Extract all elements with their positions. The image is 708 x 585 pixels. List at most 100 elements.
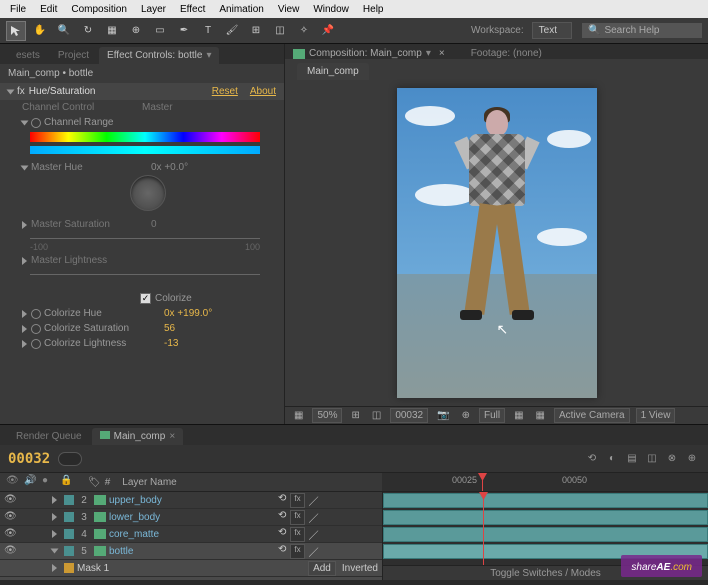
roto-tool[interactable]: ✧ [294, 21, 314, 41]
audio-icon[interactable]: 🔊 [24, 475, 38, 489]
colorize-checkbox[interactable]: ✓ [140, 293, 151, 304]
rotate-tool[interactable]: ↻ [78, 21, 98, 41]
comp-breadcrumb[interactable]: Composition: Main_comp▾× [293, 48, 445, 59]
mask-name[interactable]: Mask 1 [77, 563, 305, 574]
hand-tool[interactable]: ✋ [30, 21, 50, 41]
disclosure-icon[interactable] [51, 549, 59, 554]
disclosure-icon[interactable] [22, 221, 27, 229]
close-icon[interactable]: × [169, 431, 175, 442]
camera-tool[interactable]: ▦ [102, 21, 122, 41]
pan-behind-tool[interactable]: ⊕ [126, 21, 146, 41]
fx-icon[interactable]: fx [290, 510, 304, 525]
rect-tool[interactable]: ▭ [150, 21, 170, 41]
eye-icon[interactable]: 👁 [6, 475, 20, 489]
layer-name[interactable]: upper_body [109, 495, 275, 506]
graph-icon[interactable]: ▤ [624, 451, 640, 467]
eye-icon[interactable]: 👁 [4, 511, 16, 523]
shy-icon[interactable]: ⟲ [584, 451, 600, 467]
magnify-icon[interactable]: ▦ [291, 410, 306, 421]
menu-help[interactable]: Help [357, 2, 390, 17]
layer-row[interactable]: 👁 3 lower_body ⟲fx／ [0, 509, 382, 526]
disclosure-icon[interactable] [21, 165, 29, 170]
brainstorm-icon[interactable]: ⊕ [684, 451, 700, 467]
reset-link[interactable]: Reset [212, 86, 238, 97]
draft3d-icon[interactable]: ◫ [644, 451, 660, 467]
disclosure-icon[interactable] [52, 530, 57, 538]
disclosure-icon[interactable] [22, 310, 27, 318]
fx-icon[interactable]: fx [290, 527, 304, 542]
brush-tool[interactable]: 🖌 [222, 21, 242, 41]
region-icon[interactable]: ▦ [511, 410, 526, 421]
workspace-dropdown[interactable]: Text [532, 22, 572, 39]
menu-edit[interactable]: Edit [34, 2, 63, 17]
fx-icon[interactable]: fx [290, 493, 304, 508]
motionblur-icon[interactable]: ⊗ [664, 451, 680, 467]
help-search[interactable]: 🔍Search Help [582, 23, 702, 38]
selection-tool[interactable] [6, 21, 26, 41]
tab-render-queue[interactable]: Render Queue [8, 428, 90, 445]
master-sat-value[interactable]: 0 [151, 219, 157, 230]
mask-color[interactable] [64, 563, 74, 573]
current-time[interactable]: 00032 [8, 451, 50, 467]
menu-file[interactable]: File [4, 2, 32, 17]
disclosure-icon[interactable] [22, 325, 27, 333]
puppet-tool[interactable]: 📌 [318, 21, 338, 41]
label-color[interactable] [64, 529, 74, 539]
master-hue-value[interactable]: 0x +0.0° [151, 162, 188, 173]
menu-layer[interactable]: Layer [135, 2, 172, 17]
disclosure-icon[interactable] [21, 120, 29, 125]
layer-row[interactable]: 👁 4 core_matte ⟲fx／ [0, 526, 382, 543]
disclosure-icon[interactable] [52, 496, 57, 504]
layer-row[interactable]: 👁 5 bottle ⟲fx／ [0, 543, 382, 560]
transparency-icon[interactable]: ▦ [533, 410, 548, 421]
pen-tool[interactable]: ✒ [174, 21, 194, 41]
view-dropdown[interactable]: 1 View [636, 408, 676, 423]
comp-subtab[interactable]: Main_comp [297, 63, 369, 80]
stopwatch-icon[interactable] [31, 118, 41, 128]
camera-dropdown[interactable]: Active Camera [554, 408, 630, 423]
grid-icon[interactable]: ⊞ [348, 410, 362, 421]
menu-animation[interactable]: Animation [213, 2, 269, 17]
light-slider[interactable] [30, 274, 260, 275]
mask-mode-dropdown[interactable]: Add [308, 561, 336, 576]
stamp-tool[interactable]: ⊞ [246, 21, 266, 41]
disclosure-icon[interactable] [52, 513, 57, 521]
mask-feather-row[interactable]: Mask Feather 4.0, 4.0 pixels [0, 577, 382, 580]
shy-icon[interactable]: ⟲ [278, 510, 286, 525]
menu-composition[interactable]: Composition [65, 2, 133, 17]
eraser-tool[interactable]: ◫ [270, 21, 290, 41]
stopwatch-icon[interactable] [31, 339, 41, 349]
about-link[interactable]: About [250, 86, 276, 97]
disclosure-icon[interactable] [52, 564, 57, 572]
fx-icon[interactable]: fx [290, 544, 304, 559]
mask-row[interactable]: Mask 1 Add Inverted [0, 560, 382, 577]
tab-effect-controls[interactable]: Effect Controls: bottle▾ [99, 47, 219, 64]
sat-slider[interactable]: -100 100 [30, 238, 260, 239]
mask-icon[interactable]: ◫ [369, 410, 384, 421]
shy-icon[interactable]: ⟲ [278, 527, 286, 542]
tab-project[interactable]: Project [50, 47, 97, 64]
close-icon[interactable]: ▾ [206, 50, 211, 61]
snapshot-icon[interactable]: 📷 [434, 410, 452, 421]
menu-window[interactable]: Window [307, 2, 355, 17]
channels-icon[interactable]: ⊕ [459, 410, 473, 421]
menu-effect[interactable]: Effect [174, 2, 211, 17]
inverted-label[interactable]: Inverted [342, 563, 378, 574]
hue-spectrum[interactable] [30, 132, 260, 142]
menu-view[interactable]: View [272, 2, 306, 17]
layer-row[interactable]: 👁 2 upper_body ⟲fx／ [0, 492, 382, 509]
playhead[interactable] [482, 473, 483, 491]
zoom-dropdown[interactable]: 50% [312, 408, 342, 423]
close-icon[interactable]: × [439, 48, 445, 59]
timeline-search[interactable] [58, 452, 82, 466]
mask-feather-value[interactable]: 4.0, 4.0 pixels [316, 580, 378, 581]
zoom-tool[interactable]: 🔍 [54, 21, 74, 41]
eye-icon[interactable]: 👁 [4, 545, 16, 557]
resolution-dropdown[interactable]: Full [479, 408, 505, 423]
stopwatch-icon[interactable] [31, 309, 41, 319]
solo-icon[interactable]: ● [42, 475, 56, 489]
shy-icon[interactable]: ⟲ [278, 544, 286, 559]
range-bar[interactable] [30, 146, 260, 154]
layer-name[interactable]: lower_body [109, 512, 275, 523]
composition-viewer[interactable]: ↖ [285, 80, 708, 406]
